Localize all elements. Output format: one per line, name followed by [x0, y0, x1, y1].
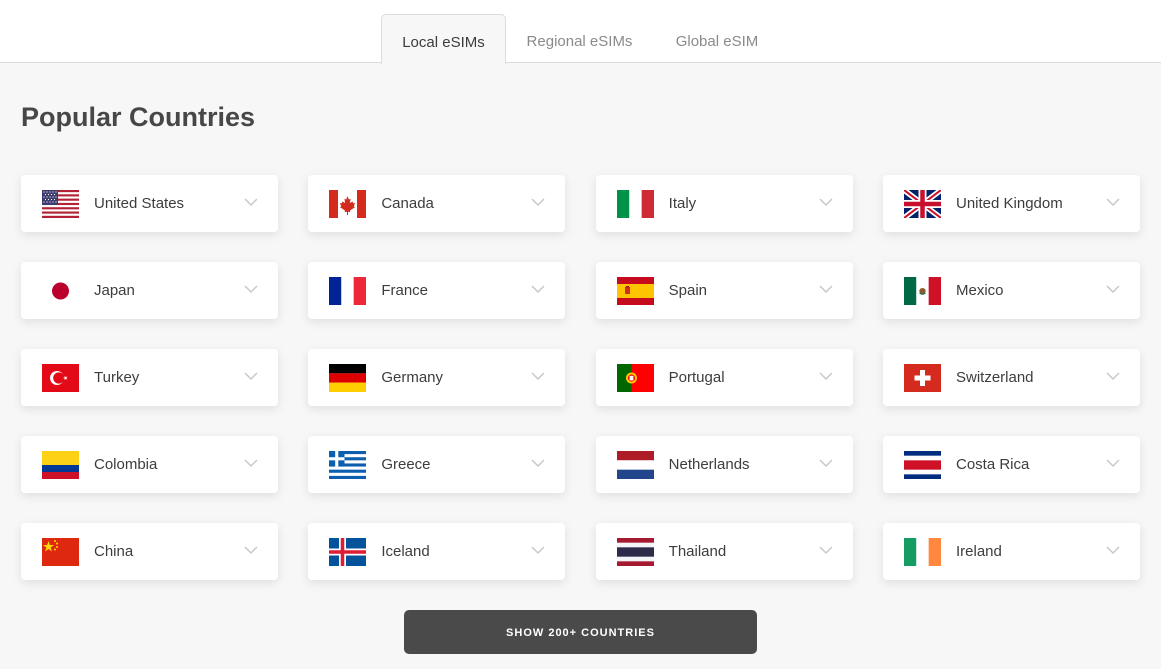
switzerland-flag-icon: [903, 364, 941, 392]
chevron-down-icon: [531, 546, 545, 555]
country-card-iceland[interactable]: Iceland: [308, 523, 566, 580]
portugal-flag-icon: [616, 364, 654, 392]
country-name: Turkey: [94, 369, 140, 386]
chevron-down-icon: [244, 198, 258, 207]
chevron-down-icon: [531, 372, 545, 381]
tab-regional-esims[interactable]: Regional eSIMs: [511, 14, 648, 64]
country-name: Japan: [94, 282, 135, 299]
country-card-greece[interactable]: Greece: [308, 436, 566, 493]
chevron-down-icon: [531, 459, 545, 468]
country-card-canada[interactable]: Canada: [308, 175, 566, 232]
country-card-costa-rica[interactable]: Costa Rica: [882, 436, 1140, 493]
country-card-ireland[interactable]: Ireland: [882, 523, 1140, 580]
chevron-down-icon: [819, 546, 833, 555]
canada-flag-icon: [329, 190, 367, 218]
country-card-japan[interactable]: Japan: [21, 262, 278, 319]
tab-bar: Local eSIMs Regional eSIMs Global eSIM: [0, 0, 1161, 64]
chevron-down-icon: [244, 285, 258, 294]
country-name: Greece: [381, 456, 431, 473]
chevron-down-icon: [244, 459, 258, 468]
country-name: Iceland: [381, 543, 430, 560]
germany-flag-icon: [329, 364, 367, 392]
costa-rica-flag-icon: [903, 451, 941, 479]
us-flag-icon: [42, 190, 79, 218]
country-name: Italy: [668, 195, 697, 212]
country-card-united-states[interactable]: United States: [21, 175, 278, 232]
chevron-down-icon: [1106, 546, 1120, 555]
country-name: Netherlands: [668, 456, 750, 473]
country-card-turkey[interactable]: Turkey: [21, 349, 278, 406]
country-card-china[interactable]: China: [21, 523, 278, 580]
chevron-down-icon: [819, 285, 833, 294]
country-card-netherlands[interactable]: Netherlands: [595, 436, 853, 493]
chevron-down-icon: [244, 372, 258, 381]
country-card-germany[interactable]: Germany: [308, 349, 566, 406]
turkey-flag-icon: [42, 364, 79, 392]
spain-flag-icon: [616, 277, 654, 305]
chevron-down-icon: [531, 198, 545, 207]
country-name: Colombia: [94, 456, 158, 473]
country-card-mexico[interactable]: Mexico: [882, 262, 1140, 319]
country-name: Switzerland: [955, 369, 1034, 386]
country-name: France: [381, 282, 429, 299]
france-flag-icon: [329, 277, 367, 305]
country-name: United Kingdom: [955, 195, 1063, 212]
chevron-down-icon: [819, 459, 833, 468]
country-name: Canada: [381, 195, 434, 212]
greece-flag-icon: [329, 451, 367, 479]
country-card-united-kingdom[interactable]: United Kingdom: [882, 175, 1140, 232]
country-name: Germany: [381, 369, 444, 386]
uk-flag-icon: [903, 190, 941, 218]
country-name: Ireland: [955, 543, 1002, 560]
section-title: Popular Countries: [21, 102, 256, 132]
country-card-colombia[interactable]: Colombia: [21, 436, 278, 493]
chevron-down-icon: [531, 285, 545, 294]
tab-global-esim[interactable]: Global eSIM: [657, 14, 777, 64]
italy-flag-icon: [616, 190, 654, 218]
chevron-down-icon: [819, 372, 833, 381]
netherlands-flag-icon: [616, 451, 654, 479]
chevron-down-icon: [1106, 372, 1120, 381]
country-name: Spain: [668, 282, 708, 299]
chevron-down-icon: [819, 198, 833, 207]
iceland-flag-icon: [329, 538, 367, 566]
country-card-thailand[interactable]: Thailand: [595, 523, 853, 580]
country-grid: United States Canada Italy United Kingdo…: [21, 175, 1140, 580]
country-card-switzerland[interactable]: Switzerland: [882, 349, 1140, 406]
chevron-down-icon: [1106, 285, 1120, 294]
colombia-flag-icon: [42, 451, 79, 479]
show-all-countries-button[interactable]: SHOW 200+ COUNTRIES: [404, 610, 757, 654]
ireland-flag-icon: [903, 538, 941, 566]
country-card-portugal[interactable]: Portugal: [595, 349, 853, 406]
country-card-spain[interactable]: Spain: [595, 262, 853, 319]
thailand-flag-icon: [616, 538, 654, 566]
country-name: Costa Rica: [955, 456, 1030, 473]
country-name: China: [94, 543, 134, 560]
country-card-france[interactable]: France: [308, 262, 566, 319]
country-name: Portugal: [668, 369, 725, 386]
country-name: Thailand: [668, 543, 727, 560]
chevron-down-icon: [244, 546, 258, 555]
china-flag-icon: [42, 538, 79, 566]
chevron-down-icon: [1106, 198, 1120, 207]
country-card-italy[interactable]: Italy: [595, 175, 853, 232]
mexico-flag-icon: [903, 277, 941, 305]
tab-local-esims[interactable]: Local eSIMs: [381, 14, 506, 64]
country-name: United States: [94, 195, 185, 212]
country-name: Mexico: [955, 282, 1004, 299]
chevron-down-icon: [1106, 459, 1120, 468]
japan-flag-icon: [42, 277, 79, 305]
